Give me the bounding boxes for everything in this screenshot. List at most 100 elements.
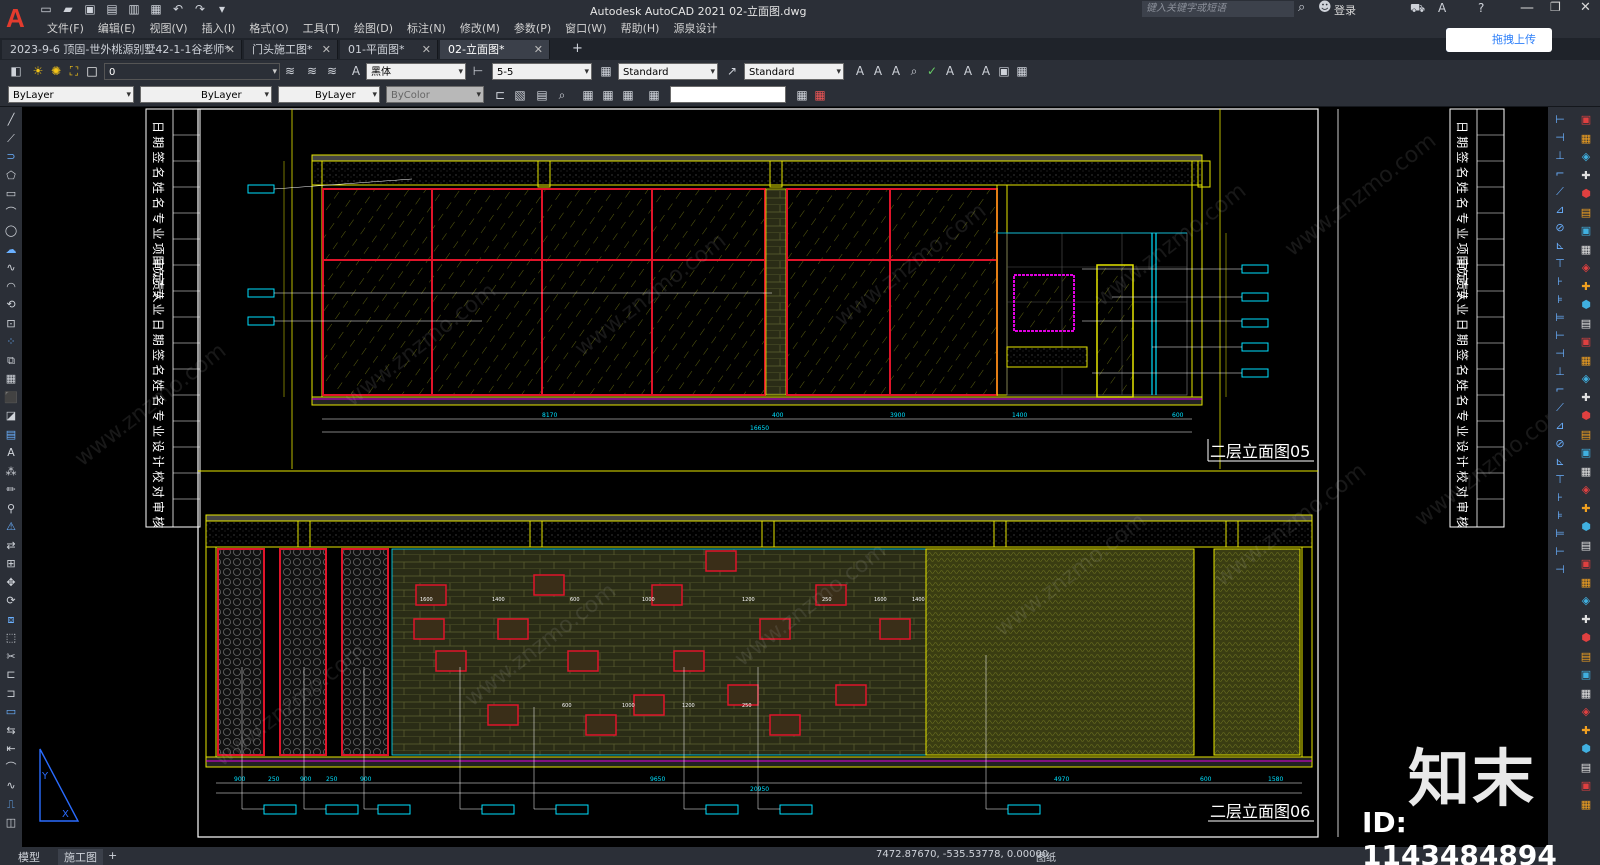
zoom-icon[interactable]: ⌕ xyxy=(554,87,570,103)
dimension-tool-icon[interactable]: ⊿ xyxy=(1553,419,1567,433)
dimension-tool-icon[interactable]: ⊿ xyxy=(1553,203,1567,217)
draw-tool-icon[interactable]: ⇆ xyxy=(4,724,18,738)
customize-qat-icon[interactable]: ▾ xyxy=(214,2,230,16)
tool-palette-icon[interactable]: ✚ xyxy=(1579,502,1593,516)
dimension-tool-icon[interactable]: ⊢ xyxy=(1553,329,1567,343)
upload-button[interactable]: 拖拽上传 xyxy=(1446,28,1552,52)
spell-check-icon[interactable]: ✓ xyxy=(924,63,940,79)
dimension-tool-icon[interactable]: ⊣ xyxy=(1553,131,1567,145)
linetype-combo[interactable]: ByLayer ▾ xyxy=(140,86,272,103)
dimension-tool-icon[interactable]: ⟋ xyxy=(1553,401,1567,415)
menu-item[interactable]: 帮助(H) xyxy=(614,21,667,37)
group-icon[interactable]: ▦ xyxy=(580,87,596,103)
tool-palette-icon[interactable]: ▣ xyxy=(1579,557,1593,571)
text-scale-icon[interactable]: A xyxy=(942,63,958,79)
draw-tool-icon[interactable]: ✂ xyxy=(4,650,18,664)
dimension-tool-icon[interactable]: ⊣ xyxy=(1553,347,1567,361)
text-edit-icon[interactable]: A xyxy=(888,63,904,79)
new-tab-icon[interactable]: + xyxy=(572,41,583,56)
tool-palette-icon[interactable]: ▣ xyxy=(1579,113,1593,127)
document-tab[interactable]: 01-平面图* ✕ xyxy=(340,40,438,59)
save-icon[interactable]: ▣ xyxy=(82,2,98,16)
draw-tool-icon[interactable]: ⊏ xyxy=(4,668,18,682)
dimension-tool-icon[interactable]: ⊾ xyxy=(1553,455,1567,469)
draw-tool-icon[interactable]: ⁘ xyxy=(4,335,18,349)
tool-palette-icon[interactable]: ▦ xyxy=(1579,354,1593,368)
text-convert-icon[interactable]: A xyxy=(978,63,994,79)
dimension-tool-icon[interactable]: ⟋ xyxy=(1553,185,1567,199)
close-icon[interactable]: ✕ xyxy=(1580,0,1591,15)
draw-tool-icon[interactable]: ⌒ xyxy=(4,761,18,775)
tool-palette-icon[interactable]: ▣ xyxy=(1579,224,1593,238)
layer-state-icon[interactable]: ≋ xyxy=(324,63,340,79)
find-text-icon[interactable]: ⌕ xyxy=(906,63,922,79)
dimension-tool-icon[interactable]: ⊢ xyxy=(1553,113,1567,127)
dimension-tool-icon[interactable]: ⊥ xyxy=(1553,365,1567,379)
tool-palette-icon[interactable]: ▦ xyxy=(1579,132,1593,146)
close-tab-icon[interactable]: ✕ xyxy=(226,40,235,59)
add-layout-icon[interactable]: + xyxy=(108,849,117,862)
menu-item[interactable]: 窗口(W) xyxy=(558,21,613,37)
tool-palette-icon[interactable]: ▤ xyxy=(1579,317,1593,331)
draw-tool-icon[interactable]: ⚲ xyxy=(4,502,18,516)
hatch-icon[interactable]: ▧ xyxy=(512,87,528,103)
autocad-logo-icon[interactable]: A xyxy=(6,3,28,33)
dim-style-icon[interactable]: ⊢ xyxy=(470,63,486,79)
search-icon[interactable]: ⌕ xyxy=(1298,0,1305,15)
open-folder-icon[interactable]: ▰ xyxy=(60,2,76,16)
help-icon[interactable]: ? xyxy=(1478,1,1484,15)
autodesk-a360-icon[interactable]: A xyxy=(1438,1,1446,15)
draw-tool-icon[interactable]: ⊃ xyxy=(4,150,18,164)
layer-previous-icon[interactable]: ≋ xyxy=(304,63,320,79)
tool-palette-icon[interactable]: ▣ xyxy=(1579,779,1593,793)
save-as-icon[interactable]: ▤ xyxy=(104,2,120,16)
dimension-tool-icon[interactable]: ⊤ xyxy=(1553,257,1567,271)
tool-palette-icon[interactable]: ⬢ xyxy=(1579,298,1593,312)
maximize-icon[interactable]: ❐ xyxy=(1550,0,1561,14)
menu-item[interactable]: 编辑(E) xyxy=(91,21,143,37)
make-current-layer-icon[interactable]: ≋ xyxy=(282,63,298,79)
draw-tool-icon[interactable]: ∿ xyxy=(4,779,18,793)
dimension-tool-icon[interactable]: ⊦ xyxy=(1553,275,1567,289)
draw-tool-icon[interactable]: ∿ xyxy=(4,261,18,275)
select-similar-icon[interactable]: ▦ xyxy=(620,87,636,103)
draw-tool-icon[interactable]: ◯ xyxy=(4,224,18,238)
close-tab-icon[interactable]: ✕ xyxy=(422,40,431,59)
drawing-canvas[interactable]: 日期签名姓名专业项目负责人审定专业日期签名姓名专业设计校对审核 日期签名姓名专业… xyxy=(22,107,1548,847)
tool-palette-icon[interactable]: ▤ xyxy=(1579,539,1593,553)
draw-tool-icon[interactable]: ▭ xyxy=(4,187,18,201)
draw-tool-icon[interactable]: ⧉ xyxy=(4,354,18,368)
new-file-icon[interactable]: ▭ xyxy=(38,2,54,16)
close-tab-icon[interactable]: ✕ xyxy=(534,40,543,59)
dimension-tool-icon[interactable]: ⊣ xyxy=(1553,563,1567,577)
paper-model-toggle[interactable]: 图纸 xyxy=(1036,849,1056,864)
draw-tool-icon[interactable]: ⚠ xyxy=(4,520,18,534)
layer-on-icon[interactable]: ☀ xyxy=(30,63,46,79)
dimension-tool-icon[interactable]: ⊘ xyxy=(1553,437,1567,451)
menu-item[interactable]: 视图(V) xyxy=(142,21,194,37)
draw-tool-icon[interactable]: ◪ xyxy=(4,409,18,423)
tool-palette-icon[interactable]: ◈ xyxy=(1579,372,1593,386)
command-input[interactable] xyxy=(670,86,786,103)
search-input[interactable]: 键入关键字或短语 xyxy=(1142,1,1294,17)
document-tab[interactable]: 2023-9-6 顶固-世外桃源别墅42-1-1谷老师* ✕ xyxy=(2,40,242,59)
document-tab[interactable]: 门头施工图* ✕ xyxy=(244,40,338,59)
user-icon[interactable]: ☻ xyxy=(1318,0,1332,15)
menu-item[interactable]: 标注(N) xyxy=(400,21,453,37)
tool-palette-icon[interactable]: ▦ xyxy=(1579,465,1593,479)
tool-palette-icon[interactable]: ⬢ xyxy=(1579,520,1593,534)
menu-item[interactable]: 文件(F) xyxy=(40,21,91,37)
tool-palette-icon[interactable]: ▤ xyxy=(1579,761,1593,775)
layer-freeze-icon[interactable]: ✺ xyxy=(48,63,64,79)
tool-palette-icon[interactable]: ⬢ xyxy=(1579,409,1593,423)
layer-lock-icon[interactable]: ⛶ xyxy=(66,63,82,79)
tool-palette-icon[interactable]: ✚ xyxy=(1579,280,1593,294)
tool-palette-icon[interactable]: ▣ xyxy=(1579,668,1593,682)
draw-tool-icon[interactable]: ▦ xyxy=(4,372,18,386)
tool-palette-icon[interactable]: ◈ xyxy=(1579,594,1593,608)
redo-icon[interactable]: ↷ xyxy=(192,2,208,16)
draw-tool-icon[interactable]: ⎍ xyxy=(4,798,18,812)
draw-tool-icon[interactable]: ⊡ xyxy=(4,317,18,331)
dimension-tool-icon[interactable]: ⊘ xyxy=(1553,221,1567,235)
dimension-tool-icon[interactable]: ⊤ xyxy=(1553,473,1567,487)
